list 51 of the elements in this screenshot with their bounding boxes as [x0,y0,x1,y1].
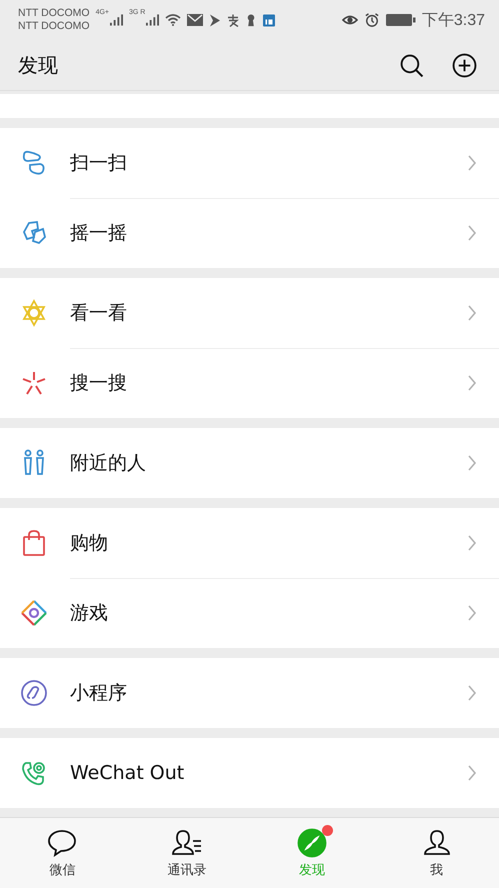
chevron-right-icon [467,605,477,621]
alarm-icon [364,13,380,27]
carrier-name: NTT DOCOMO [18,7,90,20]
menu-item-label: 购物 [70,531,109,556]
chevron-right-icon [467,535,477,551]
chevron-right-icon [467,765,477,781]
chat-bubble-icon [47,828,78,858]
menu-item-label: 摇一摇 [70,221,128,246]
menu-item-label: 搜一搜 [70,371,128,396]
status-time: 下午3:37 [422,10,485,30]
menu-item-label: 游戏 [70,601,109,626]
menu-item[interactable]: 购物 [0,508,499,578]
menu-item-label: WeChat Out [70,762,186,784]
tab[interactable]: 微信 [0,818,125,888]
chevron-right-icon [467,685,477,701]
bag-icon [20,529,48,557]
menu-item[interactable]: 小程序 [0,658,499,728]
chevron-right-icon [467,375,477,391]
wifi-icon [165,13,182,27]
menu-item[interactable]: 摇一摇 [0,198,499,268]
eye-icon [342,13,358,27]
add-icon[interactable] [452,52,477,78]
signal-icon [146,14,160,26]
phone-icon [20,759,48,787]
menu-item[interactable]: WeChat Out [0,738,499,808]
chevron-right-icon [467,225,477,241]
game-icon [20,599,48,627]
signal-icon [110,14,123,26]
menu-item[interactable]: 看一看 [0,278,499,348]
person-icon [422,828,452,858]
menu-item[interactable]: 搜一搜 [0,348,499,418]
contacts-icon [172,828,202,858]
play-icon [209,14,222,26]
tab[interactable]: 通讯录 [124,818,250,888]
chevron-right-icon [467,155,477,171]
compass-icon [296,828,327,858]
carrier-name: NTT DOCOMO [18,20,90,33]
menu-item-label: 小程序 [70,681,128,706]
menu-item[interactable]: 扫一扫 [0,128,499,198]
page-title: 发现 [18,52,59,78]
menu-item[interactable]: 游戏 [0,578,499,648]
menu-item-label: 看一看 [70,301,128,326]
menu-item-label: 附近的人 [70,451,147,476]
app-square-icon [263,14,276,26]
mail-icon [187,13,204,27]
chevron-right-icon [467,305,477,321]
chevron-right-icon [467,455,477,471]
menu-item-label: 扫一扫 [70,151,128,176]
battery-icon [386,13,416,27]
menu-item[interactable]: 附近的人 [0,428,499,498]
tab[interactable]: 我 [374,818,499,888]
